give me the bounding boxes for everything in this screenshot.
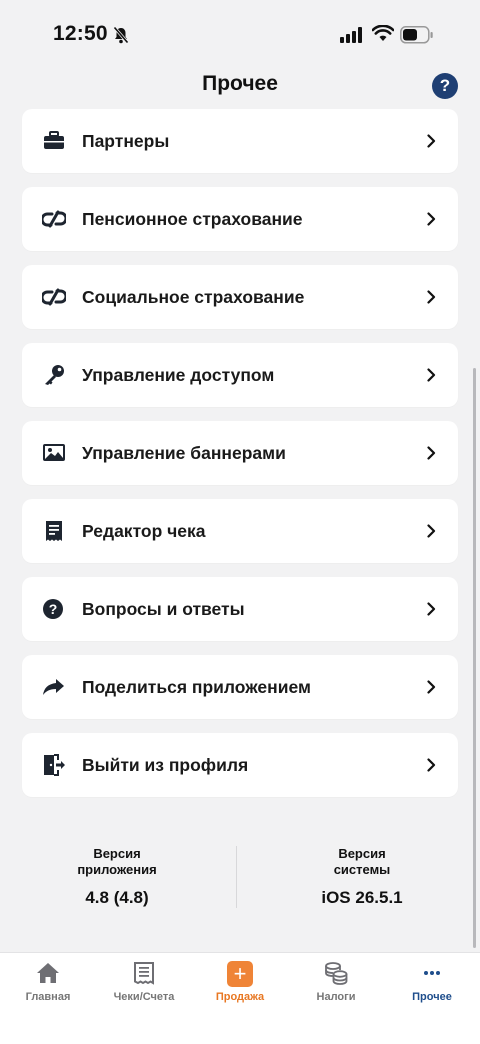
chevron-right-icon [427, 602, 436, 616]
menu-item-access-management[interactable]: Управление доступом [22, 343, 458, 407]
chevron-right-icon [427, 680, 436, 694]
receipt-icon [46, 521, 62, 541]
battery-icon [400, 26, 433, 44]
menu-item-label: Социальное страхование [82, 287, 305, 307]
chevron-right-icon [427, 212, 436, 226]
menu-item-label: Поделиться приложением [82, 677, 311, 697]
coins-icon [325, 962, 348, 985]
app-version-value: 4.8 (4.8) [85, 888, 149, 907]
system-version-value: iOS 26.5.1 [321, 888, 403, 907]
menu-item-logout[interactable]: Выйти из профиля [22, 733, 458, 797]
menu-item-pension-insurance[interactable]: Пенсионное страхование [22, 187, 458, 251]
menu-item-label: Вопросы и ответы [82, 599, 245, 619]
status-bar: 12:50 [0, 0, 480, 70]
chevron-right-icon [427, 134, 436, 148]
wifi-icon [372, 25, 394, 41]
tab-more[interactable]: Прочее [387, 953, 477, 1044]
share-arrow-icon [43, 679, 64, 695]
menu-item-label: Пенсионное страхование [82, 209, 303, 229]
logout-icon [44, 754, 65, 776]
signal-icon [340, 27, 362, 43]
menu-item-banner-management[interactable]: Управление баннерами [22, 421, 458, 485]
home-icon [37, 963, 59, 983]
divider [236, 846, 237, 908]
chevron-right-icon [427, 446, 436, 460]
chevron-right-icon [427, 290, 436, 304]
bell-muted-icon [113, 26, 129, 44]
more-icon [424, 971, 440, 975]
tab-label: Прочее [412, 991, 452, 1003]
header: Прочее ? [0, 70, 480, 110]
link-icon [42, 210, 66, 228]
tab-home[interactable]: Главная [3, 953, 93, 1044]
tab-label: Чеки/Счета [113, 991, 175, 1003]
app-version: Версия приложения 4.8 (4.8) [22, 846, 212, 908]
menu-item-social-insurance[interactable]: Социальное страхование [22, 265, 458, 329]
menu-item-label: Выйти из профиля [82, 755, 249, 775]
link-icon [42, 288, 66, 306]
menu-item-receipt-editor[interactable]: Редактор чека [22, 499, 458, 563]
menu-item-faq[interactable]: ? Вопросы и ответы [22, 577, 458, 641]
menu-item-label: Управление доступом [82, 365, 275, 385]
plus-icon: + [227, 961, 253, 987]
help-button[interactable]: ? [432, 73, 458, 99]
briefcase-icon [44, 131, 64, 149]
key-icon [45, 365, 64, 385]
menu-item-partners[interactable]: Партнеры [22, 109, 458, 173]
image-icon [43, 444, 65, 461]
chevron-right-icon [427, 758, 436, 772]
chevron-right-icon [427, 524, 436, 538]
tab-sale[interactable]: + Продажа [195, 953, 285, 1044]
tab-bar: Главная Чеки/Счета + Продажа Налоги Проч… [0, 952, 480, 1044]
receipt-icon [134, 962, 154, 985]
app-version-label: Версия приложения [77, 846, 157, 877]
version-info: Версия приложения 4.8 (4.8) Версия систе… [0, 846, 480, 916]
tab-taxes[interactable]: Налоги [291, 953, 381, 1044]
menu-item-label: Управление баннерами [82, 443, 286, 463]
tab-receipts[interactable]: Чеки/Счета [99, 953, 189, 1044]
question-circle-icon: ? [43, 599, 63, 619]
page-title: Прочее [202, 72, 278, 95]
svg-text:?: ? [49, 601, 58, 617]
chevron-right-icon [427, 368, 436, 382]
menu-item-share-app[interactable]: Поделиться приложением [22, 655, 458, 719]
menu-item-label: Партнеры [82, 131, 170, 151]
system-version-label: Версия системы [333, 846, 391, 877]
status-time: 12:50 [53, 22, 108, 45]
menu-item-label: Редактор чека [82, 521, 206, 541]
tab-label: Продажа [215, 991, 265, 1003]
system-version: Версия системы iOS 26.5.1 [267, 846, 457, 908]
tab-label: Налоги [316, 991, 356, 1003]
tab-label: Главная [25, 991, 71, 1003]
